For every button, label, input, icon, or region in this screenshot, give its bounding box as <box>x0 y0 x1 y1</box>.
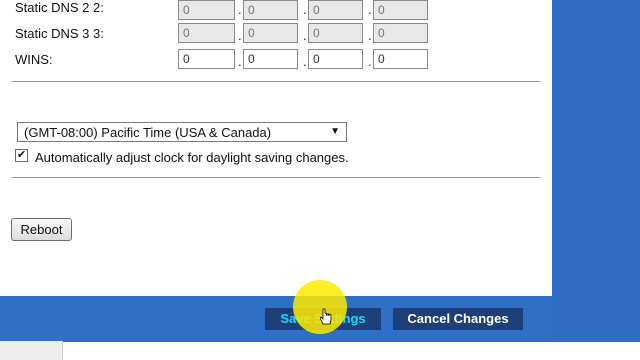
settings-panel: Static DNS 2 2: 0 . 0 . 0 . 0 Static DNS… <box>0 0 552 296</box>
dns-separator: . <box>303 54 307 69</box>
wins-octet-4[interactable]: 0 <box>373 49 428 69</box>
wins-octet-3[interactable]: 0 <box>308 49 363 69</box>
dns-separator: . <box>238 28 242 43</box>
wins-octet-2[interactable]: 0 <box>243 49 298 69</box>
right-background <box>552 0 640 342</box>
hand-pointer-icon <box>320 308 332 325</box>
dns-separator: . <box>303 2 307 17</box>
dns-separator: . <box>238 2 242 17</box>
wins-label: WINS: <box>15 52 53 67</box>
section-divider <box>12 177 540 178</box>
static-dns-3-octet-3[interactable]: 0 <box>308 23 363 43</box>
static-dns-3-octet-1[interactable]: 0 <box>178 23 235 43</box>
static-dns-3-octet-4[interactable]: 0 <box>373 23 428 43</box>
dns-separator: . <box>368 54 372 69</box>
static-dns-3-octet-2[interactable]: 0 <box>243 23 298 43</box>
footer-strip <box>0 342 640 360</box>
chevron-down-icon: ▼ <box>330 126 340 137</box>
static-dns-2-octet-1[interactable]: 0 <box>178 0 235 20</box>
dns-separator: . <box>368 28 372 43</box>
section-divider <box>12 81 540 82</box>
dns-separator: . <box>238 54 242 69</box>
wins-octet-1[interactable]: 0 <box>178 49 235 69</box>
static-dns-3-label: Static DNS 3 3: <box>15 26 104 41</box>
dns-separator: . <box>368 2 372 17</box>
reboot-button[interactable]: Reboot <box>11 218 72 241</box>
footer-tab <box>0 341 63 360</box>
static-dns-2-label: Static DNS 2 2: <box>15 0 104 15</box>
daylight-saving-checkbox[interactable]: ✔ <box>15 149 28 162</box>
dns-separator: . <box>303 28 307 43</box>
static-dns-2-octet-4[interactable]: 0 <box>373 0 428 20</box>
daylight-saving-label: Automatically adjust clock for daylight … <box>35 150 349 165</box>
timezone-select[interactable]: (GMT-08:00) Pacific Time (USA & Canada) … <box>17 122 347 142</box>
static-dns-2-octet-3[interactable]: 0 <box>308 0 363 20</box>
timezone-value: (GMT-08:00) Pacific Time (USA & Canada) <box>24 125 272 140</box>
static-dns-2-octet-2[interactable]: 0 <box>243 0 298 20</box>
cancel-changes-button[interactable]: Cancel Changes <box>393 308 523 330</box>
checkmark-icon: ✔ <box>16 149 27 161</box>
